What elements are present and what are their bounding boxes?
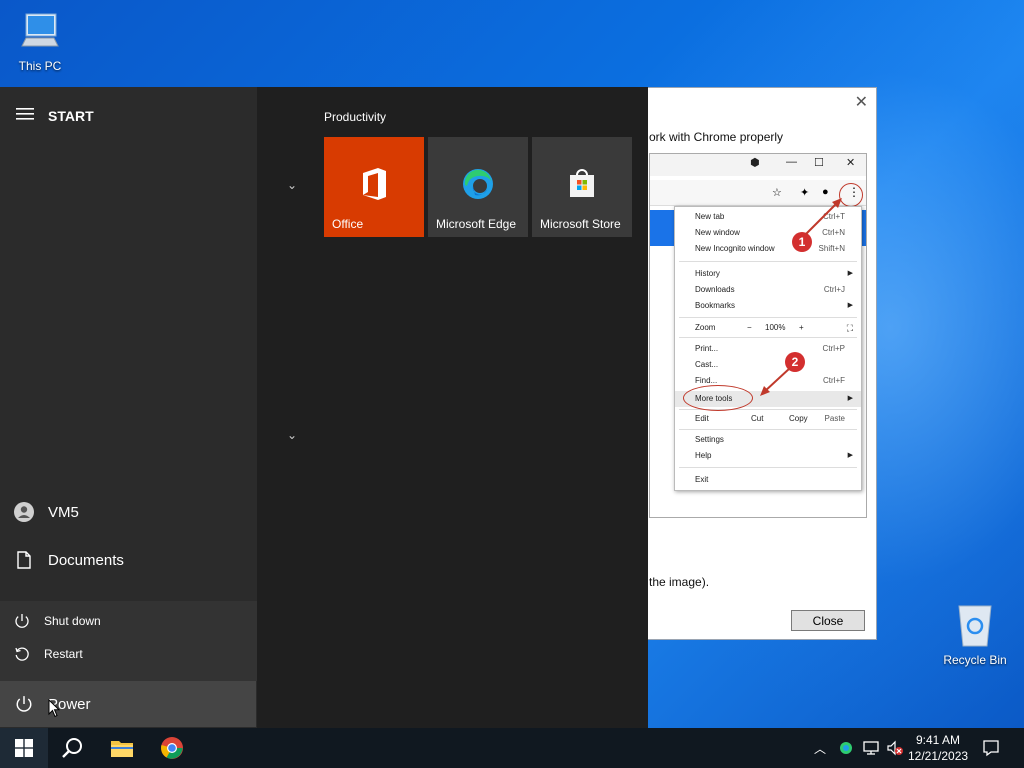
chevron-down-icon[interactable]: ⌄ <box>287 178 297 192</box>
office-tile-label: Office <box>332 217 364 231</box>
notification-icon <box>983 740 999 757</box>
start-menu-app-list <box>257 87 309 728</box>
office-icon <box>324 167 424 201</box>
windows-logo-icon <box>15 739 33 757</box>
edge-icon <box>428 167 528 201</box>
taskbar-clock[interactable]: 9:41 AM 12/21/2023 <box>908 732 968 764</box>
clock-time: 9:41 AM <box>915 733 961 747</box>
folder-icon <box>111 741 133 757</box>
start-header[interactable]: START <box>16 107 94 124</box>
dialog-caption-text: the image). <box>649 575 710 589</box>
volume-tray[interactable] <box>886 728 904 768</box>
user-avatar-icon <box>0 502 48 522</box>
this-pc-desktop-icon[interactable]: This PC <box>0 10 80 73</box>
this-pc-label: This PC <box>18 59 62 73</box>
speaker-muted-icon <box>887 740 903 756</box>
recycle-bin-desktop-icon[interactable]: Recycle Bin <box>935 602 1015 667</box>
start-title: START <box>48 107 94 124</box>
recycle-bin-label: Recycle Bin <box>943 653 1007 667</box>
close-icon[interactable]: ✕ <box>855 92 868 112</box>
taskbar: ︿ 9:41 AM 12/21/2023 <box>0 728 1024 768</box>
dialog-intro-text: ork with Chrome properly <box>649 130 784 144</box>
power-icon <box>0 695 48 713</box>
hamburger-menu-icon[interactable] <box>16 107 34 124</box>
mouse-cursor-icon <box>48 698 61 723</box>
power-button[interactable]: Power <box>0 681 256 727</box>
search-icon <box>62 738 82 758</box>
documents-item[interactable]: Documents <box>0 538 257 582</box>
chevron-down-icon[interactable]: ⌄ <box>287 428 297 442</box>
power-icon <box>0 613 44 629</box>
action-center-button[interactable] <box>982 728 1000 768</box>
recycle-bin-icon <box>935 602 1015 651</box>
search-button[interactable] <box>48 728 96 768</box>
restart-label: Restart <box>44 647 83 661</box>
network-tray[interactable] <box>862 728 880 768</box>
store-tile[interactable]: Microsoft Store <box>532 137 632 237</box>
file-explorer-button[interactable] <box>98 728 146 768</box>
network-icon <box>863 741 879 755</box>
user-name-label: VM5 <box>48 503 79 521</box>
shut-down-label: Shut down <box>44 614 101 628</box>
clock-date: 12/21/2023 <box>908 749 969 763</box>
annotation-arrows <box>760 198 842 396</box>
chrome-icon <box>161 737 183 759</box>
restart-icon <box>0 646 44 662</box>
power-submenu: Shut down Restart <box>0 601 257 681</box>
documents-label: Documents <box>48 551 124 569</box>
network-globe-icon <box>840 742 852 754</box>
edge-tile-label: Microsoft Edge <box>436 217 517 231</box>
computer-icon <box>0 10 80 57</box>
start-button[interactable] <box>0 728 48 768</box>
edge-tile[interactable]: Microsoft Edge <box>428 137 528 237</box>
show-hidden-icons[interactable]: ︿ <box>814 728 826 768</box>
chevron-up-icon: ︿ <box>814 741 827 756</box>
close-button[interactable]: Close <box>791 610 865 631</box>
chrome-button[interactable] <box>148 728 196 768</box>
chrome-menu-screenshot: ⬢ — ☐ ✕ ☆ ✦ ● ⋮ New tab Ctrl+T New window… <box>649 153 867 518</box>
restart-item[interactable]: Restart <box>0 638 257 670</box>
tile-group-title: Productivity <box>324 110 387 124</box>
edge-update-tray[interactable] <box>837 728 855 768</box>
document-icon <box>0 551 48 569</box>
user-account-item[interactable]: VM5 <box>0 490 257 534</box>
store-bag-icon <box>532 167 632 199</box>
store-tile-label: Microsoft Store <box>540 217 621 231</box>
office-tile[interactable]: Office <box>324 137 424 237</box>
shut-down-item[interactable]: Shut down <box>0 605 257 637</box>
